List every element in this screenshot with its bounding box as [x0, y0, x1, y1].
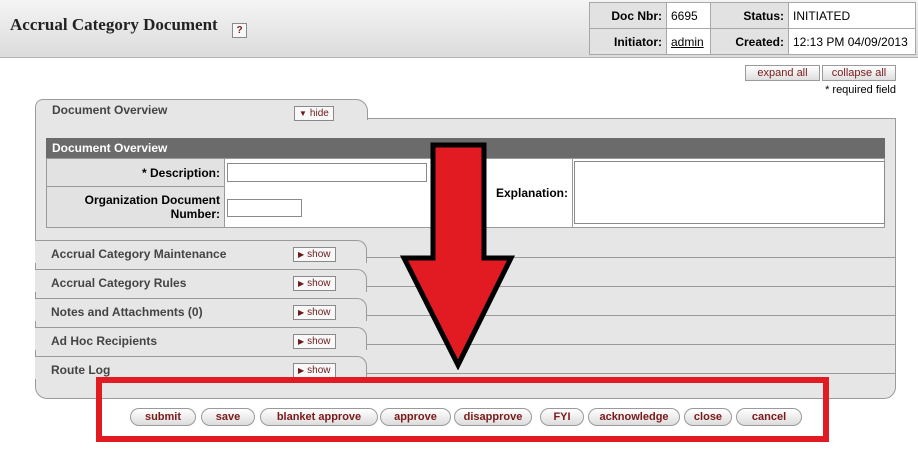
- initiator-label: Initiator:: [589, 28, 667, 55]
- document-overview-section-title: Document Overview: [46, 138, 885, 158]
- triangle-right-icon: ▶: [298, 308, 305, 317]
- question-icon[interactable]: ?: [232, 23, 247, 38]
- tab-accrual-category-rules: Accrual Category Rules ▶ show: [35, 269, 367, 292]
- show-button-label: show: [307, 336, 331, 347]
- required-field-note: * required field: [825, 84, 896, 96]
- org-doc-label-line2: Number:: [170, 207, 220, 221]
- initiator-link[interactable]: admin: [671, 35, 704, 49]
- section-label: Notes and Attachments (0): [51, 305, 203, 319]
- page-title: Accrual Category Document: [10, 15, 218, 34]
- triangle-right-icon: ▶: [298, 337, 305, 346]
- section-label: Route Log: [51, 363, 111, 377]
- triangle-right-icon: ▶: [298, 250, 305, 259]
- tab-document-overview-label: Document Overview: [52, 103, 168, 117]
- tab-document-overview: Document Overview ▼ hide: [35, 99, 368, 121]
- tab-notes-and-attachments: Notes and Attachments (0) ▶ show: [35, 298, 367, 321]
- created-value: 12:13 PM 04/09/2013: [788, 28, 916, 55]
- approve-button[interactable]: approve: [380, 408, 451, 426]
- triangle-down-icon: ▼: [299, 109, 307, 118]
- show-button-label: show: [307, 278, 331, 289]
- document-info-table: Doc Nbr: 6695 Status: INITIATED Initiato…: [589, 2, 916, 55]
- status-value: INITIATED: [788, 2, 916, 29]
- column-divider: [572, 159, 573, 227]
- show-button[interactable]: ▶ show: [293, 305, 336, 320]
- explanation-textarea[interactable]: [574, 161, 885, 224]
- section-label: Accrual Category Rules: [51, 276, 187, 290]
- cancel-button[interactable]: cancel: [736, 408, 802, 426]
- section-label: Ad Hoc Recipients: [51, 334, 158, 348]
- show-button-label: show: [307, 249, 331, 260]
- submit-button[interactable]: submit: [130, 408, 196, 426]
- acknowledge-button[interactable]: acknowledge: [588, 408, 680, 426]
- blanket-approve-button[interactable]: blanket approve: [260, 408, 378, 426]
- close-button[interactable]: close: [684, 408, 732, 426]
- doc-nbr-value: 6695: [666, 2, 711, 29]
- tab-ad-hoc-recipients: Ad Hoc Recipients ▶ show: [35, 327, 367, 350]
- triangle-right-icon: ▶: [298, 366, 305, 375]
- org-doc-label-line1: Organization Document: [84, 193, 220, 207]
- disapprove-button[interactable]: disapprove: [454, 408, 532, 426]
- org-doc-number-input[interactable]: [227, 199, 302, 217]
- org-doc-number-label: Organization Document Number:: [47, 187, 225, 227]
- created-label: Created:: [710, 28, 789, 55]
- show-button-label: show: [307, 365, 331, 376]
- explanation-label: Explanation:: [467, 159, 573, 227]
- collapse-all-button[interactable]: collapse all: [822, 65, 896, 81]
- initiator-cell: admin: [666, 28, 711, 55]
- document-header: Accrual Category Document ? Doc Nbr: 669…: [0, 0, 918, 58]
- triangle-right-icon: ▶: [298, 279, 305, 288]
- show-button[interactable]: ▶ show: [293, 363, 336, 378]
- description-label: * Description:: [47, 159, 225, 187]
- tab-accrual-category-maintenance: Accrual Category Maintenance ▶ show: [35, 240, 367, 263]
- show-button[interactable]: ▶ show: [293, 247, 336, 262]
- section-label: Accrual Category Maintenance: [51, 247, 227, 261]
- hide-button-label: hide: [309, 108, 329, 119]
- show-button[interactable]: ▶ show: [293, 276, 336, 291]
- description-input[interactable]: [227, 163, 427, 182]
- fyi-button[interactable]: FYI: [540, 408, 584, 426]
- tab-route-log: Route Log ▶ show: [35, 356, 367, 379]
- save-button[interactable]: save: [201, 408, 255, 426]
- status-label: Status:: [710, 2, 789, 29]
- show-button-label: show: [307, 307, 331, 318]
- hide-button[interactable]: ▼ hide: [294, 106, 334, 121]
- show-button[interactable]: ▶ show: [293, 334, 336, 349]
- doc-nbr-label: Doc Nbr:: [589, 2, 667, 29]
- expand-all-button[interactable]: expand all: [745, 65, 820, 81]
